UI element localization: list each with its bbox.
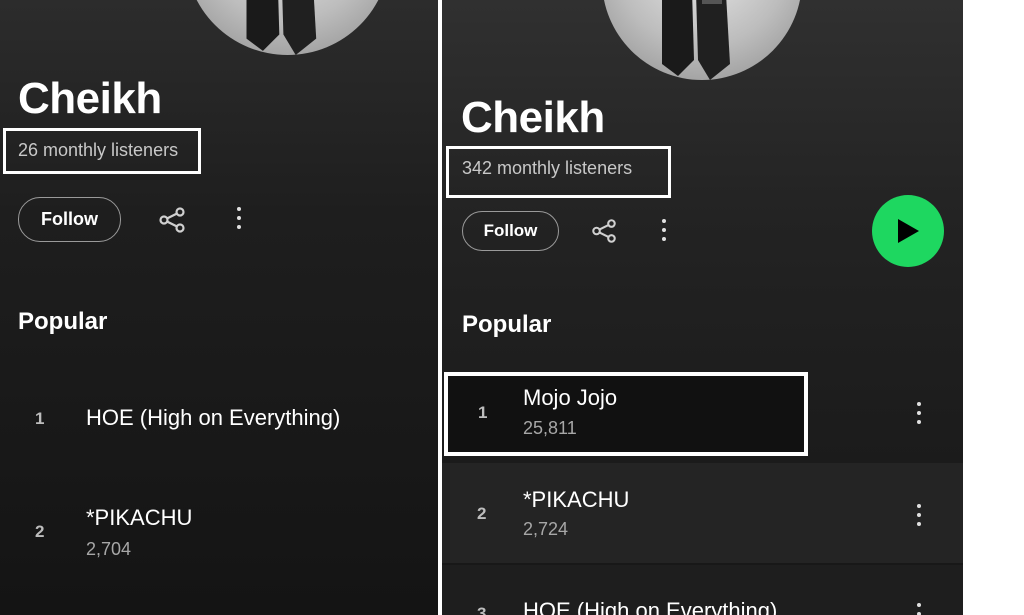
track-title: HOE (High on Everything) xyxy=(86,405,341,430)
artist-page-left: Cheikh 26 monthly listeners Follow Popul… xyxy=(0,0,438,615)
more-options-icon[interactable] xyxy=(234,207,244,229)
artist-avatar xyxy=(602,0,802,80)
section-title-popular: Popular xyxy=(18,308,108,335)
track-more-options-icon[interactable] xyxy=(914,504,924,526)
play-button[interactable] xyxy=(872,195,944,267)
track-more-options-icon[interactable] xyxy=(914,603,924,615)
track-title: *PIKACHU xyxy=(523,487,630,512)
more-options-icon[interactable] xyxy=(659,219,669,241)
track-play-count: 25,811 xyxy=(523,418,577,438)
highlight-box xyxy=(446,146,671,198)
track-number: 2 xyxy=(35,522,45,541)
artist-name: Cheikh xyxy=(461,93,605,142)
section-title-popular: Popular xyxy=(462,311,552,338)
track-play-count: 2,724 xyxy=(523,519,569,539)
share-icon[interactable] xyxy=(587,214,621,248)
follow-button[interactable]: Follow xyxy=(462,211,559,251)
track-title: Mojo Jojo xyxy=(523,385,618,410)
artist-name: Cheikh xyxy=(18,74,162,123)
track-number: 3 xyxy=(477,604,487,615)
track-row[interactable] xyxy=(442,463,963,563)
track-row-highlighted[interactable] xyxy=(444,372,808,456)
share-icon[interactable] xyxy=(155,203,189,237)
track-number: 2 xyxy=(477,504,487,523)
artist-avatar xyxy=(185,0,390,55)
track-title: *PIKACHU xyxy=(86,505,193,530)
artist-page-right: Cheikh 342 monthly listeners Follow Popu… xyxy=(442,0,963,615)
track-more-options-icon[interactable] xyxy=(914,402,924,424)
track-number: 1 xyxy=(478,403,488,422)
track-play-count: 2,704 xyxy=(86,539,132,559)
track-number: 1 xyxy=(35,409,45,428)
play-icon xyxy=(898,219,919,243)
track-title: HOE (High on Everything) xyxy=(523,598,778,615)
highlight-box xyxy=(3,128,201,174)
follow-button[interactable]: Follow xyxy=(18,197,121,242)
